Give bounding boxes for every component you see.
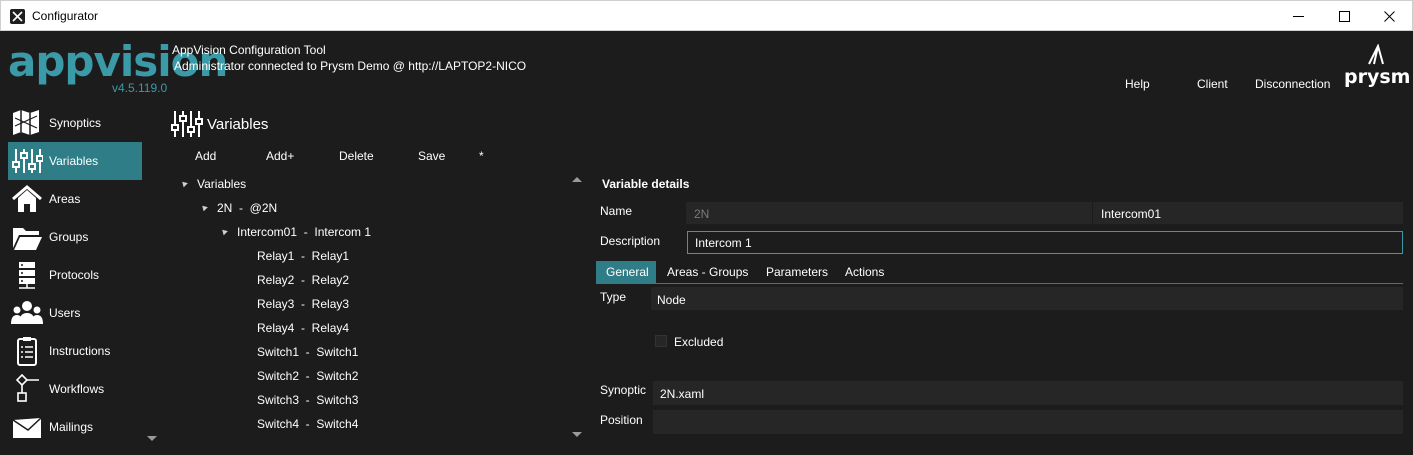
delete-button[interactable]: Delete (339, 149, 374, 163)
maximize-icon (1339, 11, 1350, 22)
sidebar-item-synoptics[interactable]: Synoptics (8, 104, 142, 142)
sidebar-item-label: Groups (49, 230, 89, 244)
close-icon (1384, 11, 1395, 22)
sidebar-item-mailings[interactable]: Mailings (8, 408, 142, 446)
sidebar-item-areas[interactable]: Areas (8, 180, 142, 218)
sidebar-item-label: Mailings (49, 420, 94, 434)
tree-scroll-down[interactable] (572, 432, 582, 437)
prysm-logo: prysm (1344, 44, 1410, 90)
position-field[interactable] (653, 410, 1403, 434)
tree-node-variable[interactable]: Switch4 - Switch4 (257, 417, 358, 431)
synoptic-field[interactable] (653, 381, 1403, 405)
position-label: Position (600, 413, 643, 427)
sidebar-item-variables[interactable]: Variables (8, 142, 142, 180)
sidebar-item-label: Areas (49, 192, 81, 206)
type-value: Node (657, 293, 686, 307)
tree-node-root[interactable]: Variables (197, 177, 246, 191)
workflow-icon (11, 373, 43, 404)
app-icon (10, 9, 25, 24)
prysm-wordmark: prysm (1344, 66, 1411, 88)
tree-expand-icon[interactable] (200, 203, 208, 212)
excluded-checkbox[interactable] (655, 335, 667, 347)
sidebar-item-label: Variables (49, 154, 99, 168)
maximize-button[interactable] (1322, 1, 1368, 31)
window-title: Configurator (32, 9, 99, 23)
tree-expand-icon[interactable] (220, 227, 228, 236)
map-icon (11, 108, 43, 138)
sidebar-item-label: Synoptics (49, 116, 102, 130)
tree-node-variable[interactable]: Switch2 - Switch2 (257, 369, 358, 383)
title-bar: Configurator (0, 0, 1413, 31)
description-input[interactable] (687, 231, 1403, 254)
client-link[interactable]: Client (1197, 77, 1228, 91)
name-prefix-value: 2N (694, 207, 710, 221)
server-icon (11, 260, 43, 290)
sidebar-item-instructions[interactable]: Instructions (8, 332, 142, 370)
tab-areas-groups[interactable]: Areas - Groups (667, 261, 757, 283)
tab-divider (596, 283, 1403, 284)
tree-node-variable[interactable]: Switch3 - Switch3 (257, 393, 358, 407)
sidebar-item-label: Protocols (49, 268, 100, 282)
tab-actions[interactable]: Actions (845, 261, 895, 283)
tab-parameters[interactable]: Parameters (766, 261, 834, 283)
pane-title: Variables (207, 116, 269, 133)
tab-general[interactable]: General (596, 261, 656, 283)
clipboard-icon (11, 336, 43, 366)
description-label: Description (600, 234, 661, 248)
tree-scroll-up[interactable] (572, 177, 582, 182)
minimize-icon (1293, 16, 1304, 17)
unsaved-indicator: * (479, 149, 484, 163)
add-plus-button[interactable]: Add+ (266, 149, 294, 163)
folder-icon (11, 222, 43, 252)
type-field (651, 287, 1403, 310)
sidebar-item-workflows[interactable]: Workflows (8, 370, 142, 408)
tree-expand-icon[interactable] (180, 179, 188, 188)
name-prefix-field (686, 202, 1092, 224)
excluded-label: Excluded (674, 335, 724, 349)
sidebar-item-label: Instructions (49, 344, 111, 358)
version-label: v4.5.119.0 (112, 81, 168, 95)
synoptic-value: 2N.xaml (660, 387, 705, 401)
sidebar-item-users[interactable]: Users (8, 294, 142, 332)
tool-title: AppVision Configuration Tool (172, 43, 326, 57)
save-button[interactable]: Save (418, 149, 445, 163)
tree-node-variable[interactable]: Relay2 - Relay2 (257, 273, 349, 287)
add-button[interactable]: Add (195, 149, 216, 163)
sliders-icon (11, 146, 44, 176)
users-icon (11, 298, 43, 328)
disconnection-link[interactable]: Disconnection (1255, 77, 1330, 91)
synoptic-label: Synoptic (600, 383, 647, 397)
sidebar-item-label: Users (49, 306, 81, 320)
type-label: Type (600, 290, 627, 304)
tree-node-variable[interactable]: Relay4 - Relay4 (257, 321, 349, 335)
tree-node-server[interactable]: 2N - @2N (217, 201, 277, 215)
close-button[interactable] (1367, 1, 1413, 31)
envelope-icon (11, 412, 43, 442)
name-label: Name (600, 204, 633, 218)
details-title: Variable details (602, 177, 690, 191)
house-icon (11, 184, 43, 214)
tree-node-variable[interactable]: Relay1 - Relay1 (257, 249, 349, 263)
tree-node-variable[interactable]: Relay3 - Relay3 (257, 297, 349, 311)
sliders-icon (170, 108, 204, 140)
minimize-button[interactable] (1276, 1, 1322, 31)
name-value: Intercom01 (1101, 207, 1162, 221)
sidebar-item-label: Workflows (49, 382, 105, 396)
sidebar-scroll-down[interactable] (147, 436, 157, 441)
tree-node-variable[interactable]: Switch1 - Switch1 (257, 345, 358, 359)
sidebar-item-groups[interactable]: Groups (8, 218, 142, 256)
help-link[interactable]: Help (1125, 77, 1150, 91)
sidebar-item-protocols[interactable]: Protocols (8, 256, 142, 294)
tree-node-device[interactable]: Intercom01 - Intercom 1 (237, 225, 371, 239)
connection-status: Administrator connected to Prysm Demo @ … (174, 59, 527, 73)
